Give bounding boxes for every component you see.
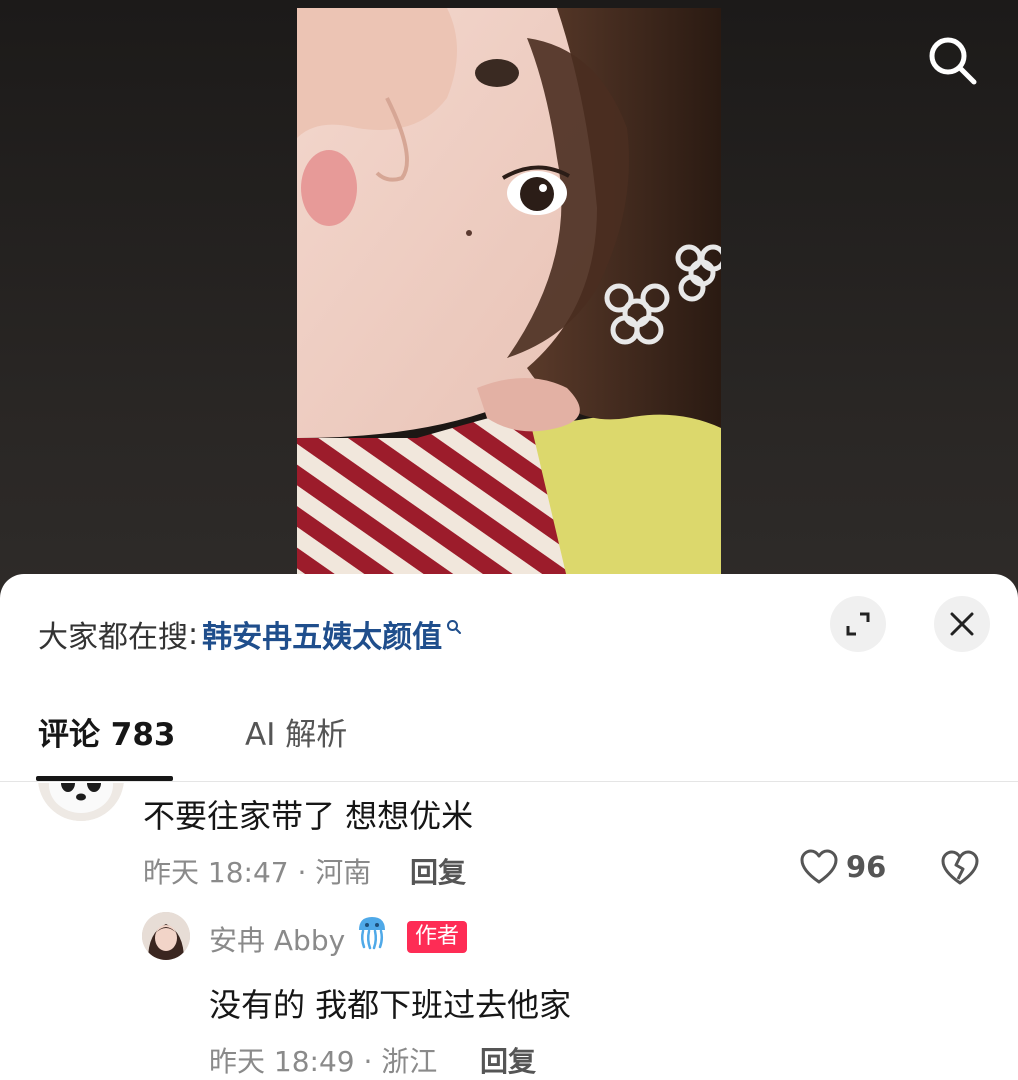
author-name[interactable]: 安冉 Abby: [209, 919, 345, 959]
dislike-button[interactable]: [940, 849, 980, 889]
like-count: 96: [846, 850, 887, 884]
post-photo-illustration: [297, 8, 721, 578]
post-photo[interactable]: [297, 8, 721, 578]
search-icon: [447, 620, 462, 634]
search-icon: [929, 37, 977, 85]
active-tab-indicator: [36, 776, 173, 781]
hot-search-colon: :: [188, 616, 199, 652]
reply-meta: 昨天 18:49 · 浙江: [209, 1045, 438, 1078]
tab-comments[interactable]: 评论 783: [38, 712, 176, 782]
expand-icon: [846, 612, 870, 636]
author-avatar-icon: [142, 912, 190, 960]
comment-tabs: 评论 783 AI 解析: [0, 712, 1018, 782]
close-button[interactable]: [934, 596, 990, 652]
comment-meta: 昨天 18:47 · 河南: [143, 856, 372, 889]
comment-text: 不要往家带了 想想优米: [143, 797, 474, 835]
search-button[interactable]: [924, 32, 980, 88]
hot-search-bar[interactable]: 大家都在搜 : 韩安冉五姨太颜值: [38, 612, 462, 656]
hot-search-term[interactable]: 韩安冉五姨太颜值: [202, 612, 442, 656]
close-icon: [950, 612, 974, 636]
broken-heart-icon: [941, 850, 979, 885]
author-avatar[interactable]: [142, 912, 190, 960]
comment-list[interactable]: 不要往家带了 想想优米 昨天 18:47 · 河南 回复 96 安冉 Abby …: [0, 783, 1018, 1080]
avatar[interactable]: [38, 783, 124, 821]
reply-button[interactable]: 回复: [410, 851, 466, 891]
hot-search-prefix: 大家都在搜: [38, 620, 188, 655]
jellyfish-icon: [356, 914, 388, 950]
reply-text: 没有的 我都下班过去他家: [209, 986, 572, 1024]
tab-ai-analysis[interactable]: AI 解析: [245, 712, 347, 782]
comments-sheet: 大家都在搜 : 韩安冉五姨太颜值 评论 783 AI 解析 不要往家带了 想想优…: [0, 574, 1018, 1080]
heart-icon: [800, 849, 838, 884]
author-badge: 作者: [407, 921, 468, 953]
panda-avatar-icon: [38, 783, 124, 821]
reply-to-reply-button[interactable]: 回复: [480, 1040, 536, 1080]
expand-button[interactable]: [830, 596, 886, 652]
video-feed-screen: 大家都在搜 : 韩安冉五姨太颜值 评论 783 AI 解析 不要往家带了 想想优…: [0, 0, 1018, 1080]
like-button[interactable]: 96: [800, 847, 886, 887]
